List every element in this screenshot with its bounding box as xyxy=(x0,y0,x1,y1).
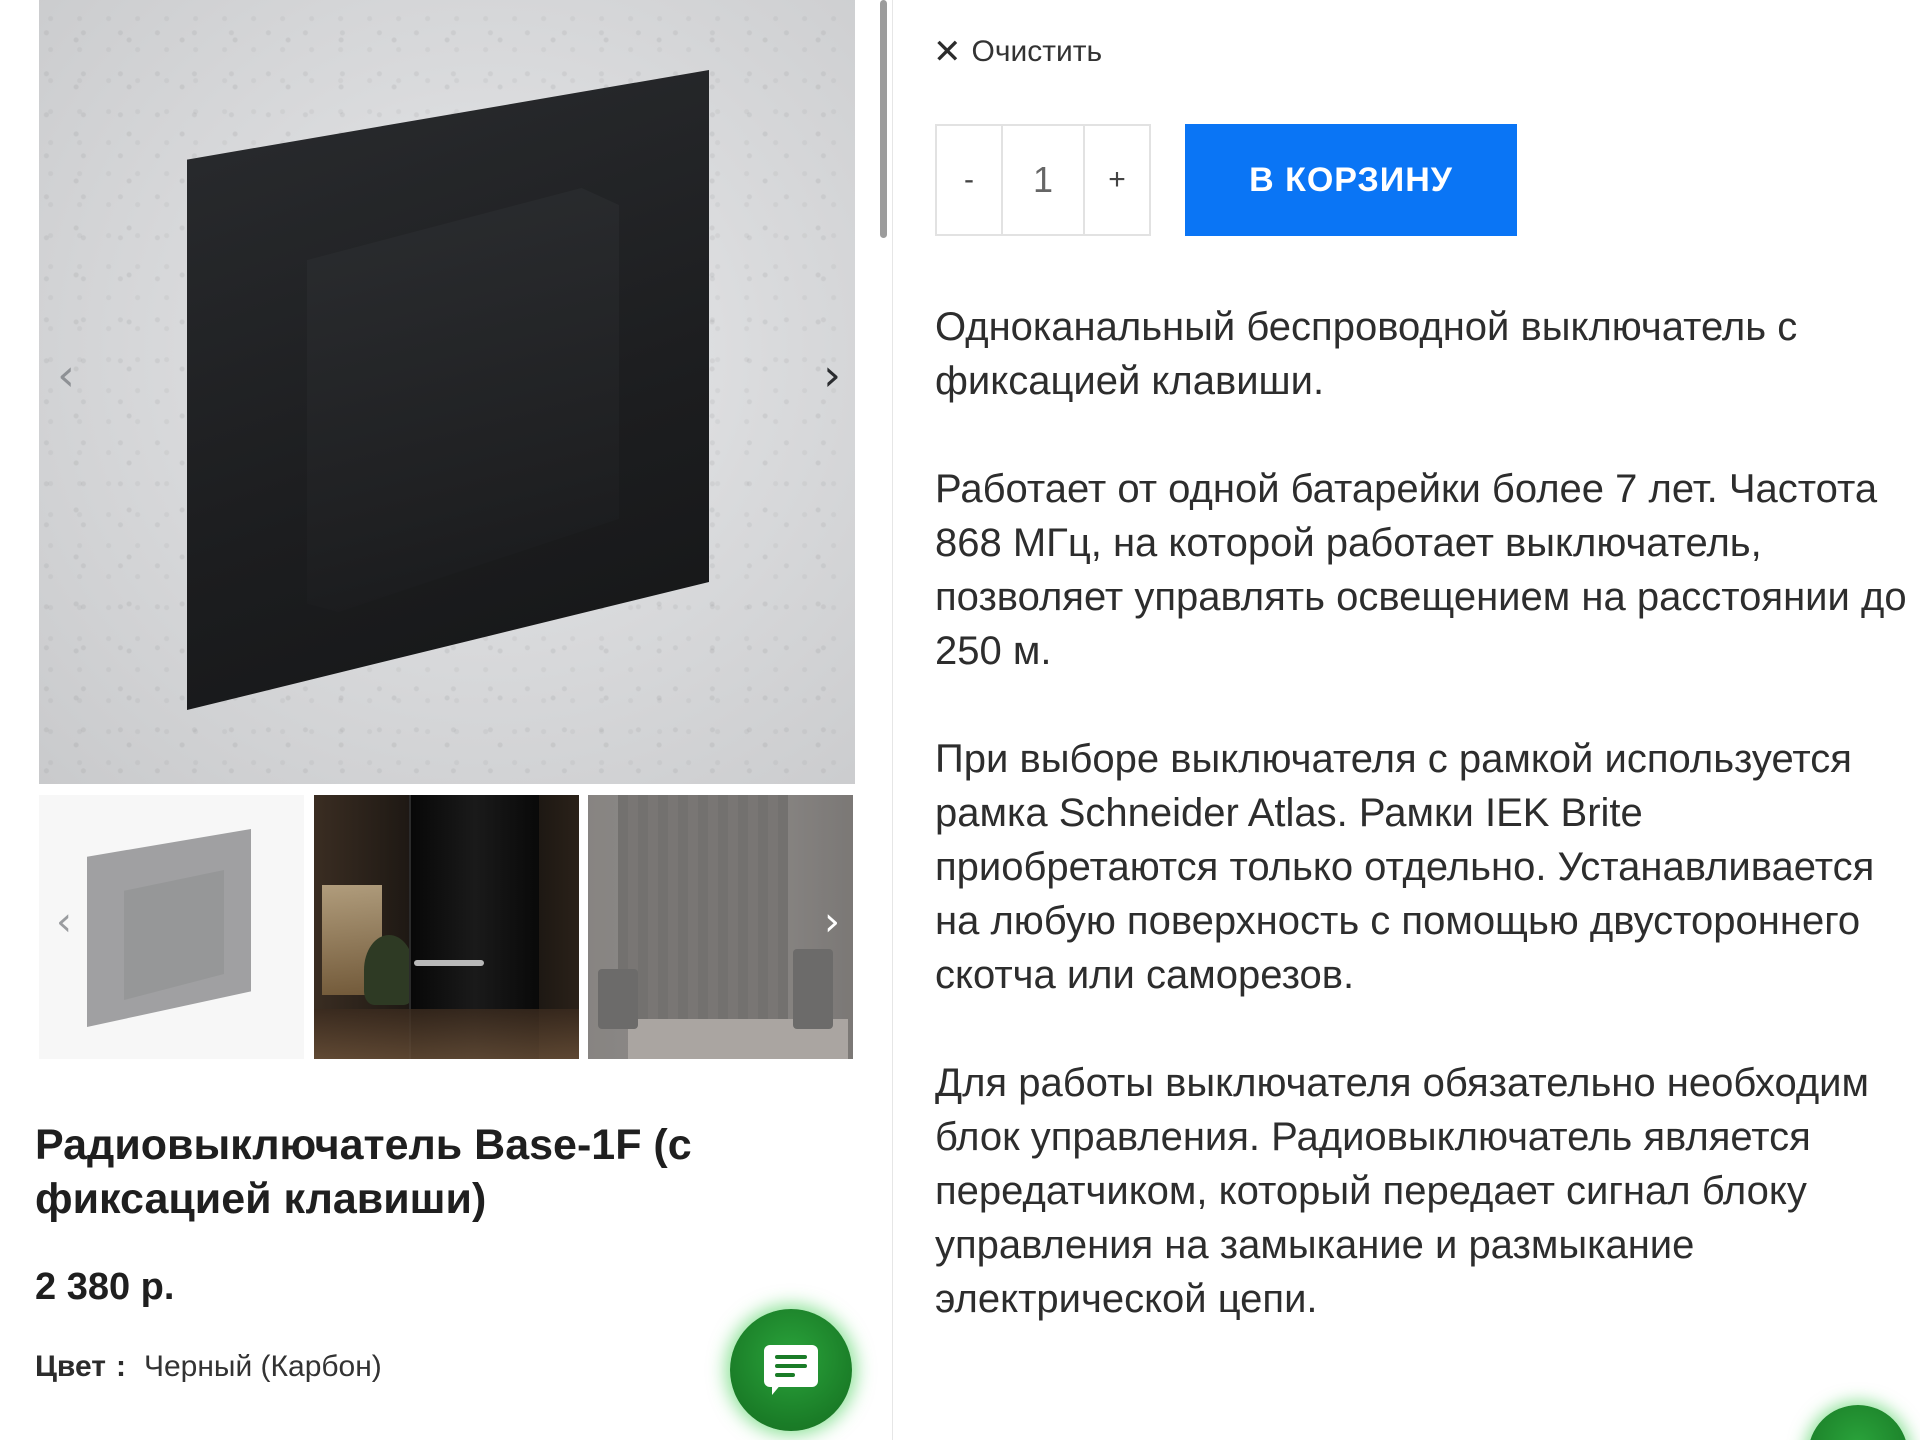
chat-icon xyxy=(764,1345,818,1395)
description-paragraph: При выборе выключателя с рамкой использу… xyxy=(935,737,1875,997)
product-description: Одноканальный беспроводной выключатель с… xyxy=(935,300,1920,1380)
color-attribute: Цвет : Черный (Карбон) xyxy=(35,1350,382,1384)
thumbs-chevron-right-icon[interactable]: › xyxy=(812,898,852,946)
clear-label: Очистить xyxy=(971,35,1103,68)
chevron-left-icon[interactable]: ‹ xyxy=(42,352,90,400)
product-gallery-column: ‹ › ‹ › Радиовыключатель Base-1F (с фикс… xyxy=(0,0,890,1440)
add-to-cart-button[interactable]: В КОРЗИНУ xyxy=(1185,124,1517,236)
chevron-right-icon[interactable]: › xyxy=(808,352,856,400)
thumbnail-interior-black-door[interactable] xyxy=(314,795,579,1059)
plant xyxy=(364,935,414,1005)
door-handle xyxy=(414,960,484,966)
product-price: 2 380 р. xyxy=(35,1266,175,1308)
thumbnail-strip xyxy=(39,795,855,1059)
product-details-column: ✕ Очистить - + В КОРЗИНУ Одноканальный б… xyxy=(893,0,1920,1440)
quantity-input[interactable] xyxy=(1001,126,1085,234)
color-label: Цвет xyxy=(35,1350,106,1383)
color-value: Черный (Карбон) xyxy=(143,1350,382,1383)
close-icon: ✕ xyxy=(933,32,962,72)
chat-button[interactable] xyxy=(730,1309,852,1431)
thumbs-chevron-left-icon[interactable]: ‹ xyxy=(44,898,84,946)
product-title: Радиовыключатель Base-1F (с фиксацией кл… xyxy=(35,1121,692,1223)
scrollbar[interactable] xyxy=(880,0,887,238)
description-paragraph: Работает от одной батарейки более 7 лет.… xyxy=(935,467,1907,673)
quantity-stepper: - + xyxy=(935,124,1151,236)
description-paragraph: Одноканальный беспроводной выключатель с… xyxy=(935,305,1798,403)
quantity-decrease-button[interactable]: - xyxy=(937,126,1001,234)
main-product-photo[interactable] xyxy=(39,0,855,784)
floor xyxy=(314,1009,579,1059)
description-paragraph: Для работы выключателя обязательно необх… xyxy=(935,1061,1870,1321)
quantity-increase-button[interactable]: + xyxy=(1085,126,1149,234)
clear-button[interactable]: ✕ Очистить xyxy=(933,35,1102,69)
color-separator: : xyxy=(115,1350,126,1383)
